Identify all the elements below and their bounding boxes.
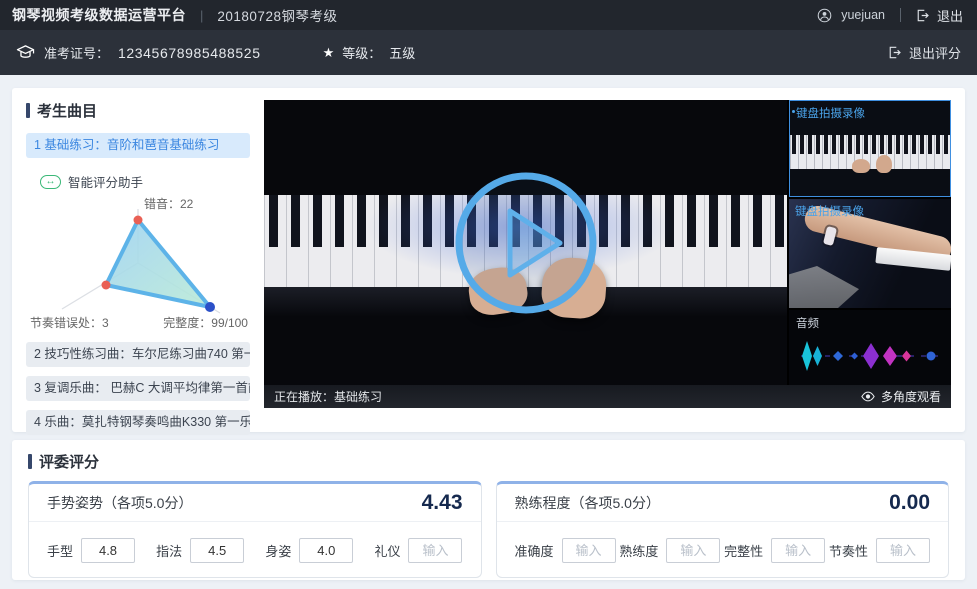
score-input-fingering[interactable] bbox=[190, 538, 244, 563]
video-status-bar: 正在播放：基础练习 多角度观看 bbox=[264, 385, 951, 408]
eye-icon bbox=[861, 391, 875, 402]
score-card-proficiency: 熟练程度（各项5.0分） 0.00 准确度 熟练度 完整性 bbox=[496, 481, 950, 578]
field-label: 礼仪 bbox=[374, 541, 400, 560]
score-input-proficiency[interactable] bbox=[666, 538, 720, 563]
ticket-label: 准考证号： bbox=[44, 43, 109, 62]
field-label: 身姿 bbox=[265, 541, 291, 560]
level-label: 等级： bbox=[342, 43, 381, 62]
camera-2-label: 键盘拍摄录像 bbox=[795, 203, 864, 219]
star-icon: ★ bbox=[323, 45, 335, 61]
audio-waveform bbox=[793, 334, 947, 378]
field-label: 节奏性 bbox=[829, 541, 868, 560]
radar-label-wrong-notes: 错音：22 bbox=[144, 195, 193, 212]
repertoire-item-2[interactable]: 2 技巧性练习曲：车尔尼练习曲740 第一首 bbox=[26, 342, 250, 367]
card-total-score: 4.43 bbox=[422, 491, 463, 515]
logout-label: 退出 bbox=[937, 6, 963, 25]
score-input-hand-shape[interactable] bbox=[81, 538, 135, 563]
scoring-title: 评委评分 bbox=[39, 451, 99, 472]
section-marker bbox=[28, 454, 32, 469]
examinee-bar: 准考证号： 12345678985488525 ★ 等级： 五级 退出评分 bbox=[0, 30, 977, 75]
camera-strip: 键盘拍摄录像 键盘拍摄录像 bbox=[789, 100, 951, 385]
score-input-etiquette[interactable] bbox=[408, 538, 462, 563]
toggle-icon[interactable]: ↔ bbox=[40, 175, 61, 189]
score-input-posture[interactable] bbox=[299, 538, 353, 563]
field-label: 熟练度 bbox=[619, 541, 658, 560]
app-title: 钢琴视频考级数据运营平台 bbox=[12, 5, 186, 25]
repertoire-item-4[interactable]: 4 乐曲：莫扎特钢琴奏鸣曲K330 第一乐章 bbox=[26, 410, 250, 435]
assistant-label: 智能评分助手 bbox=[68, 172, 143, 191]
exit-icon bbox=[888, 46, 902, 59]
level-value: 五级 bbox=[389, 43, 415, 62]
ticket-number: 12345678985488525 bbox=[118, 45, 261, 61]
score-input-completeness[interactable] bbox=[771, 538, 825, 563]
repertoire-title: 考生曲目 bbox=[37, 100, 97, 121]
field-label: 指法 bbox=[156, 541, 182, 560]
radar-label-rhythm-errors: 节奏错误处：3 bbox=[30, 314, 109, 331]
scoring-panel: 评委评分 手势姿势（各项5.0分） 4.43 手型 指法 bbox=[12, 440, 965, 580]
exit-scoring-label: 退出评分 bbox=[909, 43, 961, 62]
mini-hand bbox=[852, 159, 870, 173]
card-title: 手势姿势（各项5.0分） bbox=[47, 493, 192, 513]
camera-view-keyboard-side[interactable]: 键盘拍摄录像 bbox=[789, 199, 951, 308]
radar-point-wrong-notes bbox=[134, 216, 143, 225]
section-marker bbox=[26, 103, 30, 118]
title-divider: | bbox=[200, 8, 203, 23]
multi-angle-label: 多角度观看 bbox=[881, 388, 941, 405]
smart-scoring-assistant: ↔ 智能评分助手 bbox=[26, 158, 250, 333]
user-icon bbox=[817, 8, 832, 23]
divider bbox=[900, 8, 901, 22]
radar-point-completeness bbox=[205, 302, 215, 312]
video-player: 键盘拍摄录像 键盘拍摄录像 bbox=[264, 100, 951, 420]
now-playing-label: 正在播放：基础练习 bbox=[274, 388, 382, 405]
main-panel: 考生曲目 1 基础练习：音阶和琶音基础练习 ↔ 智能评分助手 bbox=[12, 88, 965, 432]
field-label: 完整性 bbox=[724, 541, 763, 560]
mini-black-keys bbox=[792, 135, 950, 154]
mini-hand bbox=[876, 155, 892, 173]
field-label: 手型 bbox=[47, 541, 73, 560]
card-total-score: 0.00 bbox=[889, 491, 930, 515]
app-root: 钢琴视频考级数据运营平台 | 20180728钢琴考级 yuejuan 退出 bbox=[0, 0, 977, 580]
session-title: 20180728钢琴考级 bbox=[217, 5, 337, 25]
play-button[interactable] bbox=[264, 100, 787, 385]
logout-button[interactable]: 退出 bbox=[916, 6, 963, 25]
mini-keyboard bbox=[790, 135, 950, 169]
exit-scoring-button[interactable]: 退出评分 bbox=[888, 43, 961, 62]
radar-svg bbox=[38, 207, 238, 315]
camera-1-label: 键盘拍摄录像 bbox=[796, 105, 865, 121]
score-card-gesture: 手势姿势（各项5.0分） 4.43 手型 指法 身姿 bbox=[28, 481, 482, 578]
score-input-accuracy[interactable] bbox=[562, 538, 616, 563]
radar-label-completeness: 完整度：99/100 bbox=[163, 314, 248, 331]
play-icon bbox=[450, 167, 602, 319]
repertoire-item-3[interactable]: 3 复调乐曲： 巴赫C 大调平均律第一首前奏曲 bbox=[26, 376, 250, 401]
graduation-cap-icon bbox=[16, 44, 35, 61]
audio-track[interactable]: 音频 bbox=[789, 310, 951, 385]
radar-point-rhythm-errors bbox=[102, 281, 111, 290]
username[interactable]: yuejuan bbox=[841, 8, 885, 22]
logout-icon bbox=[916, 9, 930, 22]
card-title: 熟练程度（各项5.0分） bbox=[515, 493, 660, 513]
audio-label: 音频 bbox=[796, 315, 819, 331]
camera-view-keyboard-front[interactable]: 键盘拍摄录像 bbox=[789, 100, 951, 197]
field-label: 准确度 bbox=[515, 541, 554, 560]
topbar: 钢琴视频考级数据运营平台 | 20180728钢琴考级 yuejuan 退出 bbox=[0, 0, 977, 30]
active-camera-dot bbox=[792, 110, 795, 113]
main-video[interactable] bbox=[264, 100, 787, 385]
multi-angle-button[interactable]: 多角度观看 bbox=[861, 388, 941, 405]
score-input-rhythm[interactable] bbox=[876, 538, 930, 563]
repertoire-item-1[interactable]: 1 基础练习：音阶和琶音基础练习 bbox=[26, 133, 250, 158]
repertoire-sidebar: 考生曲目 1 基础练习：音阶和琶音基础练习 ↔ 智能评分助手 bbox=[26, 100, 250, 420]
radar-chart: 错音：22 节奏错误处：3 完整度：99/100 bbox=[26, 193, 250, 331]
